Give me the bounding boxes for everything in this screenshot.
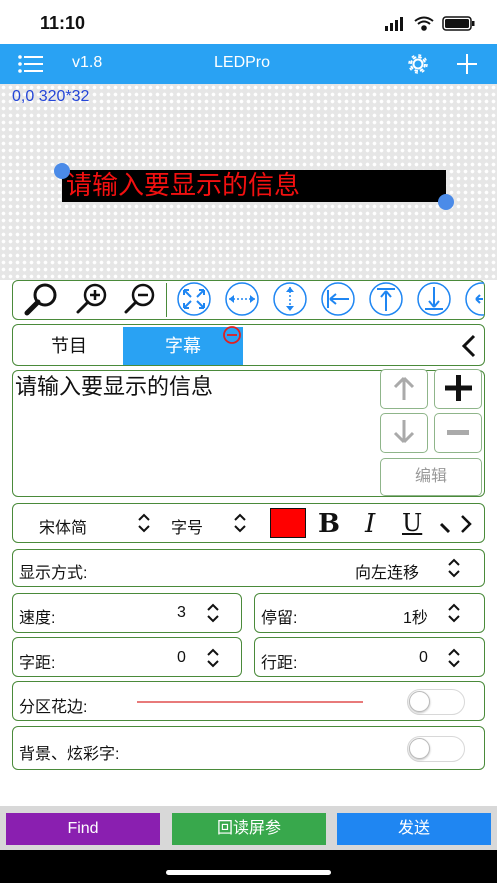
font-size-label[interactable]: 字号 xyxy=(171,514,203,538)
send-button[interactable]: 发送 xyxy=(337,813,491,845)
background-toggle-knob xyxy=(409,738,430,759)
char-spacing-value: 0 xyxy=(177,649,186,666)
text-editor-panel: 请输入要显示的信息 编辑 xyxy=(12,369,485,497)
more-options-icon[interactable] xyxy=(438,512,478,536)
add-subtitle-button[interactable] xyxy=(434,369,482,409)
speed-stepper-icon[interactable] xyxy=(206,602,220,624)
move-down-button[interactable] xyxy=(380,413,428,453)
font-family-stepper-icon[interactable] xyxy=(137,512,151,534)
align-top-icon[interactable] xyxy=(364,282,408,316)
edit-button[interactable]: 编辑 xyxy=(380,458,482,496)
settings-gear-icon[interactable] xyxy=(406,52,430,76)
status-bar: 11:10 xyxy=(0,0,497,44)
italic-button[interactable]: I xyxy=(365,509,375,539)
menu-icon[interactable] xyxy=(18,55,44,73)
align-left-icon[interactable] xyxy=(316,282,360,316)
font-family-value[interactable]: 宋体简 xyxy=(39,514,87,538)
line-spacing-value: 0 xyxy=(419,649,428,666)
chevron-left-icon[interactable] xyxy=(460,334,478,358)
border-toggle-knob xyxy=(409,691,430,712)
add-icon[interactable] xyxy=(456,53,478,75)
line-spacing-row[interactable]: 行距: 0 xyxy=(254,637,485,677)
line-spacing-label: 行距: xyxy=(261,655,298,672)
display-mode-value: 向左连移 xyxy=(355,565,420,582)
wifi-icon xyxy=(414,16,434,31)
home-indicator xyxy=(166,870,331,875)
stay-row[interactable]: 停留: 1秒 xyxy=(254,593,485,633)
align-bottom-icon[interactable] xyxy=(412,282,456,316)
align-right-icon[interactable] xyxy=(460,282,484,316)
status-icons xyxy=(385,16,475,31)
app-version: v1.8 xyxy=(72,54,103,71)
remove-subtitle-icon[interactable] xyxy=(222,325,242,345)
arrow-down-icon xyxy=(393,420,415,444)
display-mode-stepper-icon[interactable] xyxy=(447,557,461,579)
zoom-in-icon[interactable] xyxy=(68,282,112,316)
stay-value: 1秒 xyxy=(403,610,428,627)
border-row: 分区花边: xyxy=(12,681,485,721)
background-label: 背景、炫彩字: xyxy=(19,746,120,763)
char-spacing-row[interactable]: 字距: 0 xyxy=(12,637,242,677)
background-row: 背景、炫彩字: xyxy=(12,726,485,770)
resize-handle-top-left[interactable] xyxy=(54,163,70,179)
display-mode-label: 显示方式: xyxy=(19,565,88,582)
border-toggle[interactable] xyxy=(407,689,465,715)
line-spacing-stepper-icon[interactable] xyxy=(447,647,461,669)
search-icon[interactable] xyxy=(20,282,64,316)
top-nav-bar: v1.8 LEDPro xyxy=(0,44,497,84)
resize-handle-bottom-right[interactable] xyxy=(438,194,454,210)
zoom-out-icon[interactable] xyxy=(116,282,160,316)
tab-program[interactable]: 节目 xyxy=(15,327,123,365)
display-mode-row[interactable]: 显示方式: 向左连移 xyxy=(12,549,485,587)
readback-button[interactable]: 回读屏参 xyxy=(172,813,326,845)
toolbar-divider xyxy=(166,283,167,317)
tab-bar: 节目 字幕 xyxy=(12,324,485,366)
delete-subtitle-button[interactable] xyxy=(434,413,482,453)
stay-stepper-icon[interactable] xyxy=(447,602,461,624)
battery-icon xyxy=(442,16,475,31)
bold-button[interactable]: B xyxy=(318,509,340,539)
cellular-signal-icon xyxy=(385,17,403,31)
text-input[interactable]: 请输入要显示的信息 xyxy=(15,373,373,491)
char-spacing-stepper-icon[interactable] xyxy=(206,647,220,669)
background-toggle[interactable] xyxy=(407,736,465,762)
stay-label: 停留: xyxy=(261,610,298,627)
stretch-horizontal-icon[interactable] xyxy=(220,282,264,316)
speed-label: 速度: xyxy=(19,610,56,627)
led-preview-area[interactable]: 0,0 320*32 请输入要显示的信息 xyxy=(0,84,497,280)
move-up-button[interactable] xyxy=(380,369,428,409)
app-title: LEDPro xyxy=(214,54,271,71)
border-label: 分区花边: xyxy=(19,699,88,716)
arrow-up-icon xyxy=(393,376,415,400)
border-preview-line xyxy=(137,701,363,703)
fit-screen-icon[interactable] xyxy=(172,282,216,316)
speed-row[interactable]: 速度: 3 xyxy=(12,593,242,633)
plus-icon xyxy=(445,375,472,401)
speed-value: 3 xyxy=(177,604,186,621)
char-spacing-label: 字距: xyxy=(19,655,56,672)
find-button[interactable]: Find xyxy=(6,813,160,845)
underline-button[interactable]: U xyxy=(402,509,422,537)
stretch-vertical-icon[interactable] xyxy=(268,282,312,316)
font-settings-row: 宋体简 字号 B I U xyxy=(12,503,485,543)
home-indicator-area xyxy=(0,850,497,883)
preview-coordinates: 0,0 320*32 xyxy=(12,88,90,105)
font-size-stepper-icon[interactable] xyxy=(233,512,247,534)
minus-icon xyxy=(447,430,469,435)
text-color-swatch[interactable] xyxy=(270,508,306,538)
led-text-box[interactable]: 请输入要显示的信息 xyxy=(62,170,446,202)
status-time: 11:10 xyxy=(40,13,86,33)
